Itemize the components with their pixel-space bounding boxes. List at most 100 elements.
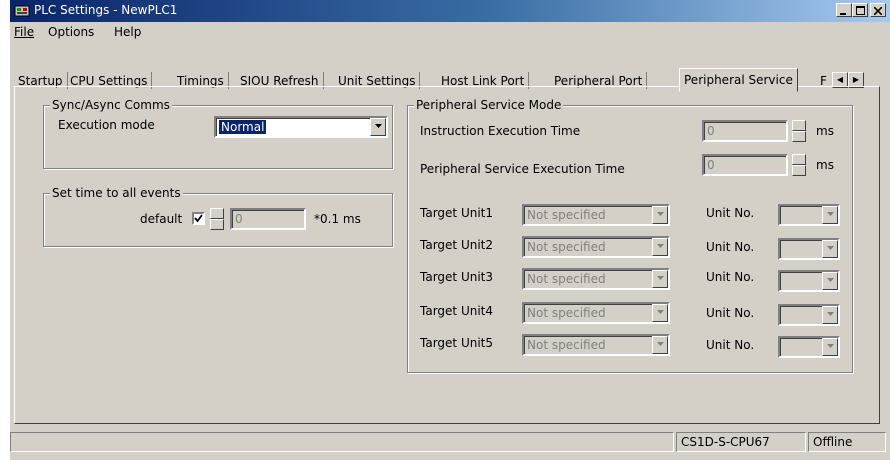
menu-help[interactable]: Help	[114, 25, 141, 39]
instruction-exec-time-unit: ms	[816, 124, 834, 138]
target-unit-select[interactable]: Not specified	[522, 334, 670, 356]
target-unit-value: Not specified	[527, 208, 606, 222]
default-label: default	[140, 212, 183, 226]
plc-settings-window: PLC Settings - NewPLC1 File Options Help…	[10, 0, 890, 460]
target-unit-dropdown-button[interactable]	[652, 270, 668, 288]
unit-no-dropdown-button[interactable]	[822, 338, 838, 356]
maximize-icon	[855, 6, 865, 15]
instruction-exec-time-input[interactable]: 0	[702, 120, 788, 142]
unit-no-select[interactable]	[778, 238, 840, 260]
peripheral-exec-time-input[interactable]: 0	[702, 154, 788, 176]
tab-peripheral-service[interactable]: Peripheral Service	[679, 68, 798, 92]
instruction-exec-time-value: 0	[707, 124, 715, 138]
default-checkbox[interactable]	[192, 212, 205, 225]
title-bar[interactable]: PLC Settings - NewPLC1	[10, 0, 890, 22]
unit-no-dropdown-button[interactable]	[822, 306, 838, 324]
set-time-group-title: Set time to all events	[50, 186, 183, 200]
sync-async-group: Sync/Async Comms Execution mode Normal	[43, 98, 393, 169]
execution-mode-dropdown-button[interactable]	[370, 118, 386, 136]
execution-mode-label: Execution mode	[58, 118, 155, 132]
target-unit-dropdown-button[interactable]	[652, 304, 668, 322]
target-unit-value: Not specified	[527, 272, 606, 286]
menu-bar: File Options Help	[10, 22, 890, 42]
target-unit-label: Target Unit3	[420, 270, 494, 284]
menu-file-label: File	[14, 25, 35, 39]
set-time-group: Set time to all events default 0 *0.1 ms	[43, 186, 393, 247]
chevron-down-icon	[827, 246, 834, 250]
target-unit-dropdown-button[interactable]	[652, 206, 668, 224]
unit-no-select[interactable]	[778, 270, 840, 292]
status-pane-empty	[10, 432, 674, 452]
tab-page-peripheral-service: Sync/Async Comms Execution mode Normal S…	[14, 86, 880, 424]
target-unit-select[interactable]: Not specified	[522, 302, 670, 324]
unit-no-select[interactable]	[778, 336, 840, 358]
unit-no-label: Unit No.	[706, 306, 755, 320]
spin-up-button[interactable]	[792, 154, 806, 165]
peripheral-exec-time-value: 0	[707, 158, 715, 172]
target-unit-label: Target Unit2	[420, 238, 494, 252]
target-unit-dropdown-button[interactable]	[652, 336, 668, 354]
unit-no-label: Unit No.	[706, 338, 755, 352]
target-unit-select[interactable]: Not specified	[522, 236, 670, 258]
spin-down-button[interactable]	[210, 219, 224, 230]
chevron-down-icon	[657, 212, 664, 216]
chevron-down-icon	[827, 212, 834, 216]
chevron-down-icon	[375, 124, 382, 128]
instruction-exec-time-spinner[interactable]	[792, 120, 806, 142]
unit-no-label: Unit No.	[706, 270, 755, 284]
unit-no-label: Unit No.	[706, 240, 755, 254]
maximize-button[interactable]	[852, 3, 868, 17]
target-unit-dropdown-button[interactable]	[652, 238, 668, 256]
plc-app-icon	[14, 5, 30, 17]
target-unit-select[interactable]: Not specified	[522, 204, 670, 226]
status-model: CS1D-S-CPU67	[676, 432, 806, 452]
chevron-down-icon	[827, 312, 834, 316]
chevron-down-icon	[657, 276, 664, 280]
peripheral-service-mode-title: Peripheral Service Mode	[414, 98, 564, 112]
window-title: PLC Settings - NewPLC1	[34, 3, 178, 17]
minimize-button[interactable]	[836, 3, 852, 17]
chevron-down-icon	[827, 278, 834, 282]
triangle-right-icon: ▶	[852, 75, 860, 84]
sync-async-group-title: Sync/Async Comms	[50, 98, 172, 112]
status-bar: CS1D-S-CPU67 Offline	[10, 432, 890, 452]
spin-down-button[interactable]	[792, 165, 806, 176]
target-unit-label: Target Unit4	[420, 304, 494, 318]
set-time-value: 0	[235, 212, 243, 226]
spin-up-button[interactable]	[210, 208, 224, 219]
target-unit-value: Not specified	[527, 306, 606, 320]
tab-strip: Startup CPU Settings Timings SIOU Refres…	[10, 58, 890, 92]
spin-up-button[interactable]	[792, 120, 806, 131]
execution-mode-select[interactable]: Normal	[214, 116, 388, 138]
unit-no-select[interactable]	[778, 204, 840, 226]
tab-peripheral-service-label: Peripheral Service	[684, 73, 793, 87]
status-mode: Offline	[808, 432, 886, 452]
unit-no-select[interactable]	[778, 304, 840, 326]
menu-file[interactable]: File	[14, 25, 34, 39]
target-unit-label: Target Unit1	[420, 206, 494, 220]
triangle-left-icon: ◀	[836, 75, 844, 84]
unit-no-dropdown-button[interactable]	[822, 272, 838, 290]
unit-no-dropdown-button[interactable]	[822, 206, 838, 224]
unit-no-dropdown-button[interactable]	[822, 240, 838, 258]
close-button[interactable]	[870, 3, 886, 17]
set-time-unit: *0.1 ms	[314, 212, 361, 226]
chevron-down-icon	[827, 344, 834, 348]
menu-options-label: Options	[48, 25, 95, 39]
peripheral-service-mode-group: Peripheral Service Mode Instruction Exec…	[407, 98, 853, 373]
set-time-spinner[interactable]	[210, 208, 224, 230]
chevron-down-icon	[657, 342, 664, 346]
menu-options[interactable]: Options	[48, 25, 94, 39]
instruction-exec-time-label: Instruction Execution Time	[420, 124, 581, 138]
close-icon	[873, 6, 883, 16]
spin-down-button[interactable]	[792, 131, 806, 142]
peripheral-exec-time-label: Peripheral Service Execution Time	[420, 162, 625, 176]
menu-help-label: Help	[114, 25, 142, 39]
target-unit-value: Not specified	[527, 240, 606, 254]
chevron-down-icon	[657, 310, 664, 314]
minimize-icon	[840, 13, 846, 15]
target-unit-value: Not specified	[527, 338, 606, 352]
target-unit-select[interactable]: Not specified	[522, 268, 670, 290]
peripheral-exec-time-spinner[interactable]	[792, 154, 806, 176]
set-time-input[interactable]: 0	[230, 208, 306, 230]
